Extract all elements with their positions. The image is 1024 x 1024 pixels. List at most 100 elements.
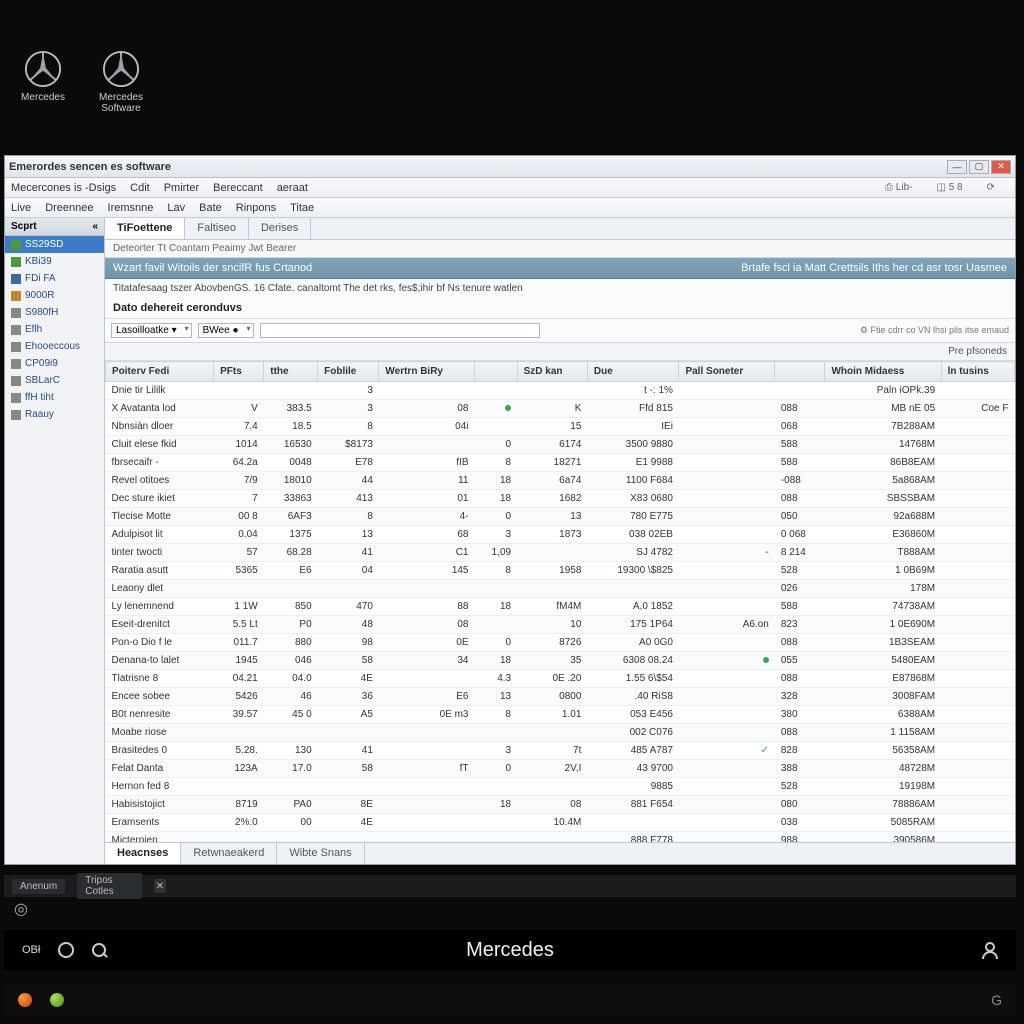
column-header[interactable]: Pall Soneter (679, 362, 775, 382)
sidebar-item[interactable]: Raauy (5, 406, 104, 423)
table-row[interactable]: Cluit elese fkid101416530$8173061743500 … (106, 436, 1015, 454)
toolbar-icon[interactable]: ⟳ (987, 182, 995, 193)
table-row[interactable]: Leaony dlet026178M (106, 580, 1015, 598)
table-row[interactable]: Revel otitoes7/9180104411186a741100 F684… (106, 472, 1015, 490)
table-row[interactable]: Raratia asutt5365E6041458195819300 \$825… (106, 562, 1015, 580)
menu-item[interactable]: aeraat (277, 182, 308, 194)
column-header[interactable]: Due (587, 362, 679, 382)
desktop-icon-mercedes-software[interactable]: Mercedes Software (86, 50, 156, 114)
table-row[interactable]: Tlecise Motte00 86AF384-013780 E77505092… (106, 508, 1015, 526)
sidebar-item-label: 9000R (25, 290, 54, 301)
sidebar-item[interactable]: 9000R (5, 287, 104, 304)
sidebar-item[interactable]: Ehooeccous (5, 338, 104, 355)
table-row[interactable]: Denana-to lalet1945046583418356308 08.24… (106, 652, 1015, 670)
menu-item[interactable]: Bate (199, 202, 222, 214)
taskbar-tray-icon[interactable]: ◎ (14, 899, 28, 919)
cell: 088 (775, 634, 825, 652)
sidebar-item[interactable]: FDi FA (5, 270, 104, 287)
bottom-tab[interactable]: Retwnaeakerd (181, 843, 277, 864)
home-circle-icon[interactable] (58, 942, 74, 958)
menu-item[interactable]: Titae (290, 202, 314, 214)
table-row[interactable]: X Avatanta lodV383.5308KFfd 815088MB nE … (106, 400, 1015, 418)
maximize-button[interactable]: ▢ (969, 160, 989, 174)
table-row[interactable]: Dec sture ikiet73386341301181682X83 0680… (106, 490, 1015, 508)
table-row[interactable]: tinter twocti5768.2841C11,09SJ 4782-8 21… (106, 544, 1015, 562)
cell: 1682 (517, 490, 587, 508)
tray-status-icon[interactable] (50, 993, 64, 1007)
sidebar-item[interactable]: S980fH (5, 304, 104, 321)
breadcrumb: Deteorter Tt Coantam Peaimy Jwt Bearer (105, 240, 1015, 258)
table-row[interactable]: fbrsecaifr -64.2a0048E78fIB818271E1 9988… (106, 454, 1015, 472)
profile-icon[interactable] (982, 942, 998, 959)
minimize-button[interactable]: — (947, 160, 967, 174)
table-row[interactable]: Adulpisot lit0.041375136831873038 02EB0 … (106, 526, 1015, 544)
table-row[interactable]: Moabe riose002 C0760881 1158AM (106, 724, 1015, 742)
column-header[interactable] (775, 362, 825, 382)
table-row[interactable]: Brasitedes 05.28.1304137t485 A787✓828563… (106, 742, 1015, 760)
filter-combo-2[interactable]: BWee ● (198, 323, 254, 338)
column-header[interactable]: Foblile (318, 362, 379, 382)
toolbar-icon[interactable]: ⎙ Lib- (885, 182, 912, 193)
column-header[interactable] (475, 362, 518, 382)
table-row[interactable]: Ly lenemnend1 1W8504708818fM4MA,0 185258… (106, 598, 1015, 616)
menu-item[interactable]: Iremsnne (108, 202, 154, 214)
bottom-tab[interactable]: Heacnses (105, 843, 181, 864)
menu-item[interactable]: Pmirter (164, 182, 199, 194)
table-row[interactable]: Pon-o Dio f le011.7880980E08726A0 0G0088… (106, 634, 1015, 652)
table-row[interactable]: B0t nenresite39.5745 0A50E m381.01053 E4… (106, 706, 1015, 724)
sidebar-item[interactable]: Eflh (5, 321, 104, 338)
close-button[interactable]: ✕ (991, 160, 1011, 174)
menu-item[interactable]: Mecercones is -Dsigs (11, 182, 116, 194)
cell: Denana-to lalet (106, 652, 214, 670)
taskbar-close-icon[interactable]: ✕ (154, 879, 166, 893)
taskbar-app[interactable]: Anenum (12, 879, 65, 894)
table-row[interactable]: Habisistojict8719PA08E1808881 F654080788… (106, 796, 1015, 814)
tray-status-icon[interactable] (18, 993, 32, 1007)
menu-item[interactable]: Dreennee (45, 202, 93, 214)
sidebar-item[interactable]: SBLarC (5, 372, 104, 389)
sidebar-item[interactable]: KBi39 (5, 253, 104, 270)
table-row[interactable]: Hernon fed 8988552819198M (106, 778, 1015, 796)
cell: 18 (475, 472, 518, 490)
column-header[interactable]: SzD kan (517, 362, 587, 382)
table-row[interactable]: Eramsents2%.0004E10.4M0385085RAM (106, 814, 1015, 832)
column-header[interactable]: ln tusins (941, 362, 1014, 382)
sidebar-item[interactable]: ffH tiht (5, 389, 104, 406)
sidebar-collapse-icon[interactable]: « (92, 221, 98, 232)
bottom-tab[interactable]: Wibte Snans (277, 843, 364, 864)
data-grid-wrap[interactable]: Pre pfsoneds Poiterv FediPFtsttheFoblile… (105, 343, 1015, 842)
sidebar-item[interactable]: SS29SD (5, 236, 104, 253)
cell: 16530 (264, 436, 318, 454)
cell: 13 (517, 508, 587, 526)
sidebar-item[interactable]: CP09i9 (5, 355, 104, 372)
toolbar-icon[interactable]: ◫ 5 8 (936, 182, 962, 193)
desktop-icon-mercedes[interactable]: Mercedes (8, 50, 78, 114)
cell: 880 (264, 634, 318, 652)
search-icon[interactable] (92, 943, 106, 957)
column-header[interactable]: tthe (264, 362, 318, 382)
column-header[interactable]: PFts (214, 362, 264, 382)
column-header[interactable]: Whoin Midaess (825, 362, 941, 382)
table-row[interactable]: Tlatrisne 804.2104.04E4.30E .201.55 6\$5… (106, 670, 1015, 688)
menu-item[interactable]: Cdit (130, 182, 150, 194)
taskbar-app[interactable]: Tripos Cotles (77, 873, 142, 899)
cell: 588 (775, 436, 825, 454)
os-nav-label[interactable]: OBł (22, 944, 40, 956)
menu-item[interactable]: Lav (167, 202, 185, 214)
filter-combo-1[interactable]: Lasoilloatke ▾ (111, 323, 192, 338)
table-row[interactable]: Dnie tir Lililk3t -: 1%Paln iOPk.39 (106, 382, 1015, 400)
table-row[interactable]: Encee sobee54264636E6130800.40 RiS832830… (106, 688, 1015, 706)
column-header[interactable]: Poiterv Fedi (106, 362, 214, 382)
table-row[interactable]: Felat Danta123A17.058fT02V,I43 970038848… (106, 760, 1015, 778)
tab[interactable]: Faltiseo (185, 218, 249, 239)
tab[interactable]: TiFoettene (105, 218, 185, 239)
filter-input[interactable] (260, 323, 540, 338)
table-row[interactable]: Micternien888 F778988390586M (106, 832, 1015, 843)
table-row[interactable]: Nbnsiàn dloer7.418.5804i15IEi0687B288AM (106, 418, 1015, 436)
menu-item[interactable]: Live (11, 202, 31, 214)
table-row[interactable]: Eseit-drenitct5.5 LtP0480810175 1P64A6.o… (106, 616, 1015, 634)
tab[interactable]: Derises (249, 218, 311, 239)
column-header[interactable]: Wertrn BiRy (379, 362, 475, 382)
menu-item[interactable]: Bereccant (213, 182, 263, 194)
menu-item[interactable]: Rinpons (236, 202, 276, 214)
